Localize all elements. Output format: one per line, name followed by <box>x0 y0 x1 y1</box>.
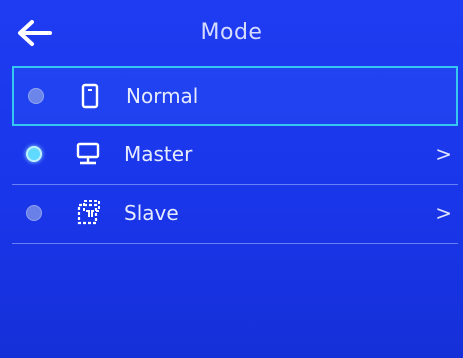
mode-label-normal: Normal <box>126 84 199 108</box>
mode-item-master[interactable]: Master > <box>12 126 458 185</box>
mode-list: Normal Master > Slave > <box>12 66 458 244</box>
header: Mode <box>0 0 463 64</box>
chevron-right-icon: > <box>435 142 452 166</box>
mode-item-slave[interactable]: Slave > <box>12 185 458 244</box>
radio-normal[interactable] <box>28 88 44 104</box>
mode-item-normal[interactable]: Normal <box>12 66 458 126</box>
radio-slave[interactable] <box>26 205 42 221</box>
dashed-device-icon <box>77 200 100 225</box>
monitor-icon <box>76 142 100 165</box>
mode-label-slave: Slave <box>124 201 179 225</box>
phone-icon <box>81 83 99 109</box>
mode-screen: Mode Normal Master > Slave > <box>0 0 463 358</box>
radio-master[interactable] <box>26 146 42 162</box>
page-title: Mode <box>200 20 263 45</box>
chevron-right-icon: > <box>435 201 452 225</box>
mode-label-master: Master <box>124 142 193 166</box>
